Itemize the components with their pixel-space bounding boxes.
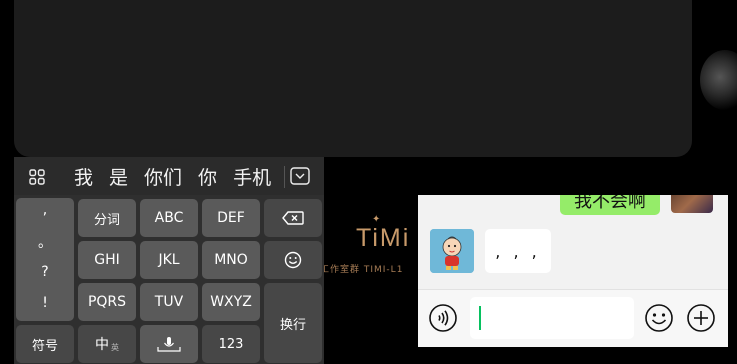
tuv-key[interactable]: TUV	[140, 283, 198, 321]
video-overlay-panel	[14, 0, 692, 157]
timi-brand-logo: ✦ TiMi 工作室群 TIMI-L1	[320, 196, 420, 296]
abc-key[interactable]: ABC	[140, 199, 198, 237]
punct-exclaim-key[interactable]: !	[16, 295, 74, 311]
contact-avatar[interactable]	[430, 229, 474, 273]
mno-key[interactable]: MNO	[202, 241, 260, 279]
microphone-icon	[157, 337, 181, 352]
chat-panel: 我不会啊 , , ,	[418, 195, 728, 347]
voice-input-icon[interactable]	[428, 303, 458, 333]
newline-key[interactable]: 换行	[264, 283, 322, 363]
candidate-item[interactable]: 手机	[225, 163, 279, 190]
lang-sub-label: 英	[111, 342, 119, 352]
symbols-key[interactable]: 符号	[16, 325, 74, 363]
self-avatar[interactable]	[671, 195, 713, 213]
wxyz-key[interactable]: WXYZ	[202, 283, 260, 321]
language-toggle-key[interactable]: 中 英	[78, 325, 136, 363]
candidate-item[interactable]: 我	[66, 163, 101, 190]
divider	[284, 166, 285, 188]
incoming-message-bubble[interactable]: , , ,	[485, 229, 551, 273]
punct-question-key[interactable]: ?	[16, 264, 74, 280]
chat-input-bar	[418, 289, 728, 347]
numbers-key[interactable]: 123	[202, 325, 260, 363]
outgoing-message-bubble[interactable]: 我不会啊	[560, 195, 660, 215]
lang-main-label: 中	[95, 337, 109, 353]
punctuation-column: , 。 ? !	[16, 198, 74, 321]
emoji-icon[interactable]	[644, 303, 674, 333]
candidate-item[interactable]: 你	[190, 163, 225, 190]
backspace-key[interactable]	[264, 199, 322, 237]
punct-period-key[interactable]: 。	[16, 232, 74, 252]
candidate-bar: 我 是 你们 你 手机	[14, 157, 324, 195]
smiley-icon	[284, 251, 302, 269]
candidate-list: 我 是 你们 你 手机	[66, 157, 279, 195]
candidate-item[interactable]: 是	[101, 163, 136, 190]
background-figure	[700, 50, 737, 110]
plus-icon[interactable]	[686, 303, 716, 333]
brand-name: TiMi	[356, 224, 411, 252]
candidate-item[interactable]: 你们	[136, 163, 190, 190]
emoji-key[interactable]	[264, 241, 322, 279]
message-input[interactable]	[470, 297, 634, 339]
grid-menu-icon[interactable]	[29, 169, 45, 185]
keyboard-collapse-icon[interactable]	[290, 167, 310, 185]
pqrs-key[interactable]: PQRS	[78, 283, 136, 321]
text-caret	[479, 306, 481, 330]
jkl-key[interactable]: JKL	[140, 241, 198, 279]
ghi-key[interactable]: GHI	[78, 241, 136, 279]
fenci-key[interactable]: 分词	[78, 199, 136, 237]
brand-subtitle: 工作室群 TIMI-L1	[320, 265, 404, 275]
backspace-icon	[282, 211, 304, 225]
space-voice-key[interactable]	[140, 325, 198, 363]
input-method-keyboard: 我 是 你们 你 手机 , 。 ? ! 分词 ABC DEF GHI JKL M…	[14, 157, 324, 364]
cartoon-avatar-icon	[430, 229, 474, 273]
punct-comma-key[interactable]: ,	[16, 202, 74, 218]
def-key[interactable]: DEF	[202, 199, 260, 237]
